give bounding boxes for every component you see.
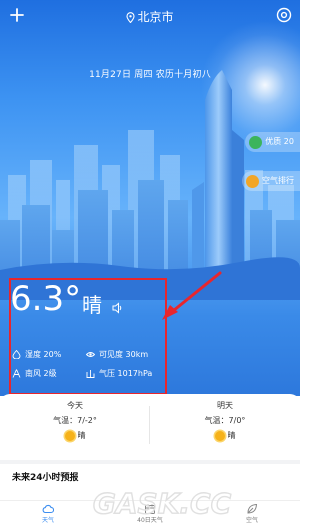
annotation-highlight-box: [9, 278, 167, 395]
air-quality-badge[interactable]: 优质 20: [245, 132, 300, 152]
forecast-today[interactable]: 今天 气温：7/-2° 晴: [0, 394, 150, 441]
forecast-condition-text: 晴: [227, 431, 236, 440]
air-quality-text: 优质 20: [265, 137, 294, 146]
gask-watermark: GASK.CC: [92, 486, 232, 520]
settings-button[interactable]: [275, 6, 293, 24]
location-selector[interactable]: 北京市: [0, 8, 300, 26]
section-separator: [0, 460, 300, 464]
hourly-forecast-title: 未来24小时预报: [12, 473, 79, 483]
top-bar: 北京市: [0, 0, 300, 34]
forecast-condition-text: 晴: [77, 431, 86, 440]
annotation-arrow: [162, 271, 222, 320]
gear-icon: [276, 7, 292, 23]
location-pin-icon: [126, 12, 136, 26]
sun-icon: [64, 430, 75, 441]
svg-text:GASK.CC: GASK.CC: [93, 487, 232, 520]
forecast-day-label: 明天: [217, 401, 233, 410]
date-line: 11月27日 周四 农历十月初八: [89, 70, 211, 80]
ranking-icon: [246, 174, 259, 188]
forecast-condition: 晴: [150, 430, 300, 441]
nav-tab-weather[interactable]: 天气: [18, 503, 78, 524]
daily-forecast-card: 今天 气温：7/-2° 晴 明天 气温：7/0° 晴: [0, 394, 300, 454]
air-ranking-text: 空气排行: [262, 176, 294, 185]
sun-icon: [214, 430, 225, 441]
forecast-condition: 晴: [0, 430, 150, 441]
city-name: 北京市: [137, 10, 174, 24]
air-ranking-badge[interactable]: 空气排行: [242, 171, 300, 191]
forecast-day-label: 今天: [67, 401, 83, 410]
forecast-tomorrow[interactable]: 明天 气温：7/0° 晴: [150, 394, 300, 441]
cloud-icon: [42, 504, 54, 514]
nav-tab-label: 天气: [41, 517, 54, 524]
forecast-temp: 气温：7/-2°: [53, 416, 97, 425]
forecast-temp: 气温：7/0°: [204, 416, 246, 425]
leaf-icon: [249, 135, 263, 149]
